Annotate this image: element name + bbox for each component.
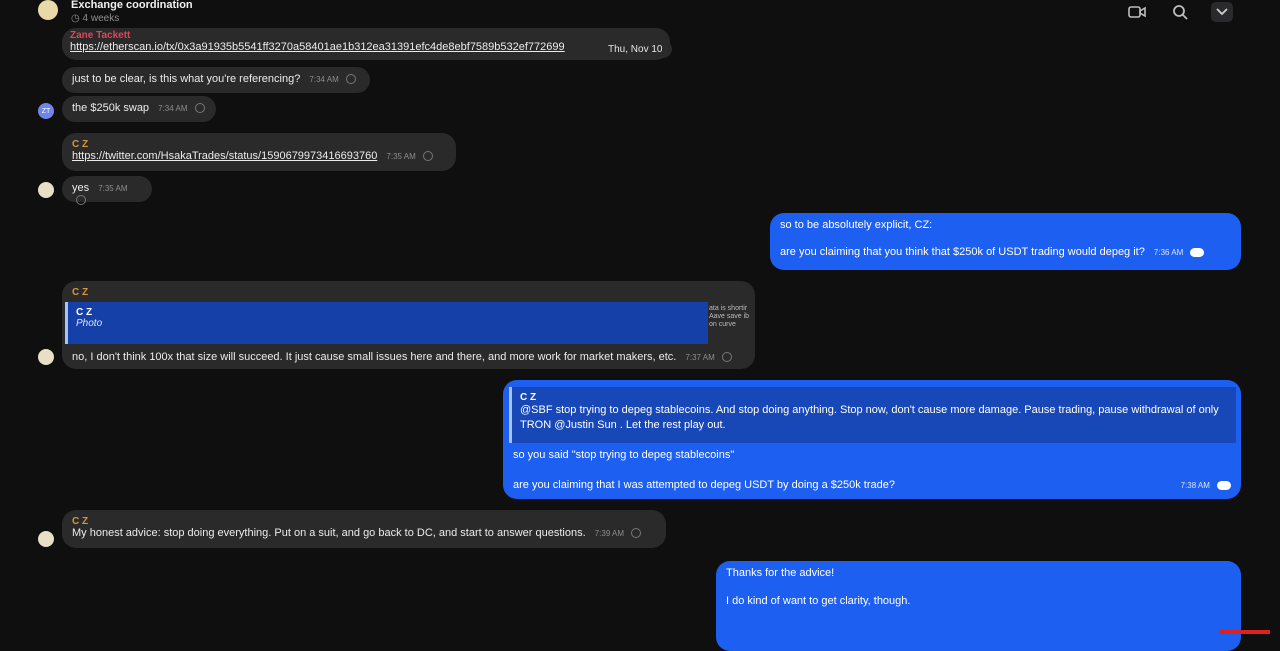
timestamp: 7:34 AM xyxy=(309,75,339,84)
message-text: I do kind of want to get clarity, though… xyxy=(726,595,911,607)
avatar[interactable] xyxy=(38,182,54,198)
delivered-icon xyxy=(1217,480,1231,490)
quoted-message[interactable]: C Z @SBF stop trying to depeg stablecoin… xyxy=(509,387,1236,443)
message-text: so to be absolutely explicit, CZ: xyxy=(780,219,933,231)
avatar[interactable] xyxy=(38,349,54,365)
message-bubble[interactable]: C Z My honest advice: stop doing everyth… xyxy=(62,510,666,548)
message-bubble[interactable]: the $250k swap 7:34 AM xyxy=(62,96,216,122)
red-indicator xyxy=(1220,630,1270,634)
message-bubble[interactable]: yes 7:35 AM xyxy=(62,176,152,206)
timestamp: 7:35 AM xyxy=(98,184,128,193)
message-bubble[interactable]: just to be clear, is this what you're re… xyxy=(62,67,370,93)
video-call-icon xyxy=(1128,6,1146,18)
message-link[interactable]: https://twitter.com/HsakaTrades/status/1… xyxy=(72,150,377,162)
message-text: the $250k swap xyxy=(72,102,150,114)
menu-button[interactable] xyxy=(1211,2,1233,22)
timestamp: 7:34 AM xyxy=(158,104,188,113)
group-subtitle: ◷ 4 weeks xyxy=(71,13,120,24)
search-button[interactable] xyxy=(1169,2,1191,22)
search-icon xyxy=(1173,5,1188,20)
sender-name[interactable]: C Z xyxy=(72,516,656,527)
read-receipt-icon xyxy=(76,195,86,206)
read-receipt-icon xyxy=(721,352,732,363)
quote-image-fragment: ata is shortir Aave save ib on curve xyxy=(709,305,750,328)
delivered-icon xyxy=(1190,247,1205,257)
date-pill: Thu, Nov 10 xyxy=(598,40,673,58)
quote-author: C Z xyxy=(520,392,537,403)
group-avatar[interactable] xyxy=(38,0,58,20)
read-receipt-icon xyxy=(631,528,642,539)
message-text: are you claiming that you think that $25… xyxy=(780,246,1145,258)
read-receipt-icon xyxy=(422,151,433,162)
timestamp: 7:36 AM xyxy=(1153,248,1184,257)
message-bubble[interactable]: C Z https://twitter.com/HsakaTrades/stat… xyxy=(62,133,456,171)
quote-subtitle: Photo xyxy=(76,318,103,329)
chevron-down-icon xyxy=(1216,8,1228,16)
quote-author: C Z xyxy=(76,307,93,318)
message-text: just to be clear, is this what you're re… xyxy=(72,73,301,85)
message-text: no, I don't think 100x that size will su… xyxy=(72,351,677,363)
sender-name[interactable]: Zane Tackett xyxy=(70,30,662,41)
sender-name[interactable]: C Z xyxy=(72,287,745,298)
message-text: yes xyxy=(72,182,90,194)
sender-name[interactable]: C Z xyxy=(72,139,446,150)
chat-header: Exchange coordination ◷ 4 weeks xyxy=(0,0,1280,30)
message-text: are you claiming that I was attempted to… xyxy=(513,479,895,491)
timestamp: 7:38 AM xyxy=(1180,481,1210,490)
video-call-button[interactable] xyxy=(1126,2,1148,22)
message-bubble[interactable]: Thanks for the advice! I do kind of want… xyxy=(716,561,1241,651)
read-receipt-icon xyxy=(194,103,205,114)
message-text: My honest advice: stop doing everything.… xyxy=(72,527,586,539)
avatar[interactable]: ZT xyxy=(38,103,54,119)
timestamp: 7:35 AM xyxy=(386,152,416,161)
message-text: Thanks for the advice! xyxy=(726,567,835,579)
read-receipt-icon xyxy=(345,74,356,85)
timestamp: 7:39 AM xyxy=(594,529,625,538)
message-bubble[interactable]: Zane Tackett https://etherscan.io/tx/0x3… xyxy=(62,28,670,60)
quoted-message[interactable]: C Z Photo xyxy=(65,302,708,344)
message-link[interactable]: https://etherscan.io/tx/0x3a91935b5541ff… xyxy=(70,41,565,53)
avatar[interactable] xyxy=(38,531,54,547)
quote-text: @SBF stop trying to depeg stablecoins. A… xyxy=(520,404,1219,431)
message-text: so you said "stop trying to depeg stable… xyxy=(513,449,735,461)
message-bubble[interactable]: so to be absolutely explicit, CZ: are yo… xyxy=(770,213,1241,270)
group-title[interactable]: Exchange coordination xyxy=(71,0,193,11)
timestamp: 7:37 AM xyxy=(685,353,715,362)
